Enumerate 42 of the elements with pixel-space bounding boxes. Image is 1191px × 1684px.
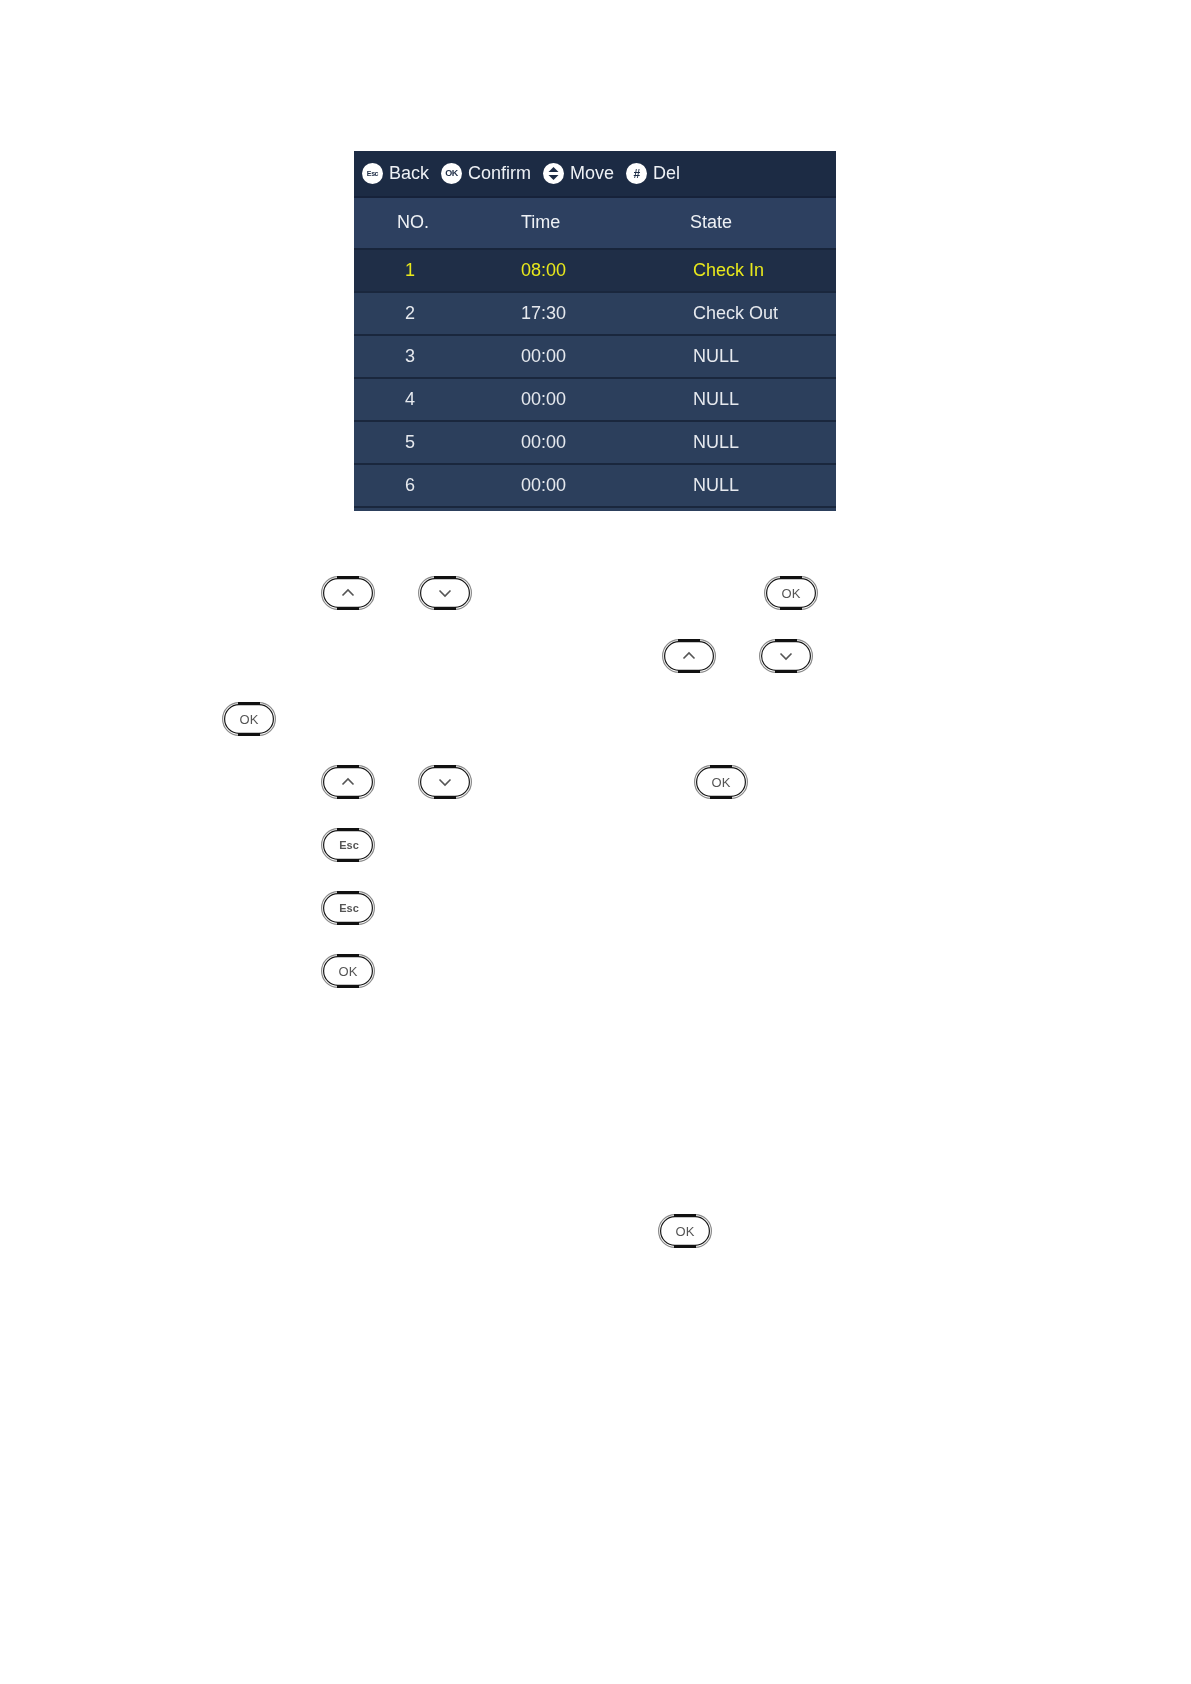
table-cell: NULL — [693, 431, 740, 454]
table-cell: 1 — [405, 259, 415, 282]
down-key-icon — [759, 639, 813, 673]
keypad-key: OK — [764, 576, 818, 610]
table-row[interactable]: 1 08:00 Check In — [354, 250, 836, 293]
table-cell: 00:00 — [521, 388, 567, 411]
hint-label: Back — [389, 162, 430, 185]
keypad-key: Esc — [321, 891, 377, 925]
table-cell: 00:00 — [521, 474, 567, 497]
table-cell: Check In — [693, 259, 765, 282]
down-key-icon — [418, 765, 472, 799]
table-cell: 00:00 — [521, 345, 567, 368]
table-cell: Check Out — [693, 302, 779, 325]
table-cell: NULL — [693, 388, 740, 411]
table-cell: 17:30 — [521, 302, 567, 325]
hint-label: Confirm — [468, 162, 532, 185]
up-key-icon — [321, 576, 375, 610]
key-badge: OK — [441, 163, 463, 184]
keypad-key: OK — [694, 765, 748, 799]
table-cell: 00:00 — [521, 431, 567, 454]
up-down-arrows-icon — [543, 163, 565, 184]
down-key-icon — [418, 576, 472, 610]
table-cell: 5 — [405, 431, 415, 454]
keypad-key: OK — [658, 1214, 712, 1248]
key-badge: # — [626, 163, 648, 184]
table-cell: NULL — [693, 345, 740, 368]
table-cell: 6 — [405, 474, 415, 497]
up-key-icon — [321, 765, 375, 799]
table-cell: 3 — [405, 345, 415, 368]
up-key-icon — [662, 639, 716, 673]
hint-label: Del — [653, 162, 681, 185]
table-cell: NULL — [693, 474, 740, 497]
table-cell: 4 — [405, 388, 415, 411]
column-header: State — [690, 212, 733, 234]
table-cell: 2 — [405, 302, 415, 325]
keypad-key: OK — [321, 954, 375, 988]
hint-label: Move — [570, 162, 615, 185]
keypad-key: Esc — [321, 828, 377, 862]
table-cell: 08:00 — [521, 259, 567, 282]
column-header: Time — [521, 212, 561, 234]
keypad-key: OK — [222, 702, 276, 736]
column-header: NO. — [397, 212, 429, 234]
